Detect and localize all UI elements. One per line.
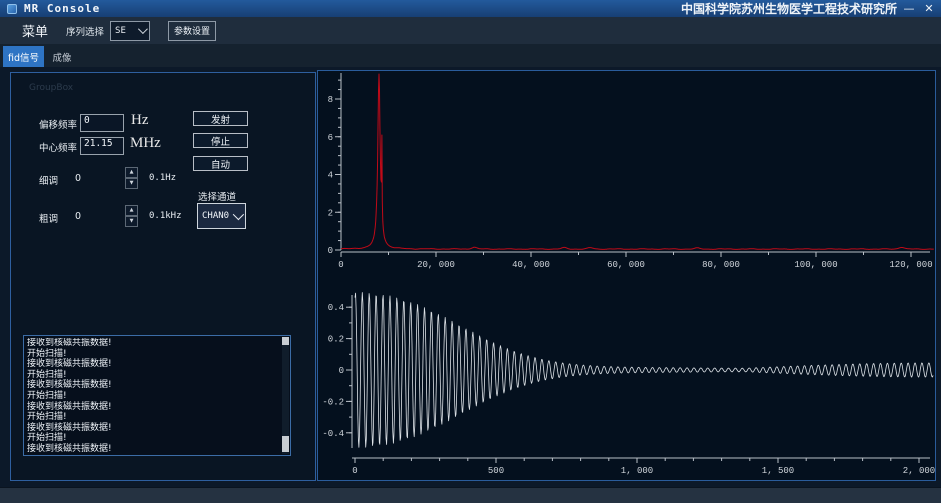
tab-imaging[interactable]: 成像: [44, 46, 80, 67]
svg-text:40, 000: 40, 000: [512, 260, 550, 270]
log-text: 接收到核磁共振数据! 开始扫描! 接收到核磁共振数据! 开始扫描! 接收到核磁共…: [27, 338, 279, 453]
center-frequency-label: 中心频率: [39, 140, 77, 154]
close-button[interactable]: ✕: [921, 2, 937, 15]
groupbox-label: GroupBox: [29, 83, 73, 93]
svg-text:120, 000: 120, 000: [889, 260, 932, 270]
center-frequency-unit: MHz: [130, 135, 161, 152]
channel-select-label: 选择通道: [198, 189, 236, 203]
fine-tune-value: 0: [75, 173, 81, 184]
coarse-tune-step: 0.1kHz: [149, 211, 182, 221]
tab-strip: fid信号 成像: [0, 44, 941, 67]
svg-text:0: 0: [328, 246, 333, 256]
chevron-down-icon: [138, 24, 148, 34]
auto-button[interactable]: 自动: [193, 156, 248, 171]
fine-tune-spinner[interactable]: ▲ ▼: [125, 167, 138, 188]
minimize-button[interactable]: —: [901, 2, 917, 15]
svg-text:6: 6: [328, 133, 333, 143]
channel-select-value: CHAN0: [202, 211, 229, 221]
svg-text:2: 2: [328, 208, 333, 218]
svg-text:0: 0: [339, 366, 344, 376]
sequence-select-value: SE: [115, 26, 126, 36]
app-icon: [7, 4, 17, 14]
sequence-select-label: 序列选择: [66, 24, 104, 38]
svg-text:1, 500: 1, 500: [762, 466, 794, 476]
chevron-down-icon: [233, 209, 244, 220]
coarse-tune-label: 粗调: [39, 211, 58, 225]
svg-text:0.4: 0.4: [328, 303, 344, 313]
svg-text:0: 0: [338, 260, 343, 270]
fine-tune-step: 0.1Hz: [149, 173, 176, 183]
scroll-up-icon[interactable]: [282, 337, 289, 345]
spinner-up-icon[interactable]: ▲: [125, 205, 138, 216]
svg-text:8: 8: [328, 95, 333, 105]
offset-frequency-input[interactable]: 0: [80, 114, 124, 132]
spinner-down-icon[interactable]: ▼: [125, 178, 138, 189]
spinner-down-icon[interactable]: ▼: [125, 216, 138, 227]
scrollbar-thumb[interactable]: [282, 436, 289, 452]
menu-bar: 菜单 序列选择 SE 参数设置: [0, 17, 941, 44]
chart-panel: 0 2 4 6 8 0 20, 000 40, 000 60, 000 80, 000 100, 0…: [317, 70, 936, 481]
stop-button[interactable]: 停止: [193, 133, 248, 148]
status-bar: [0, 487, 941, 503]
center-frequency-input[interactable]: 21.15: [80, 137, 124, 155]
svg-text:0.2: 0.2: [328, 335, 344, 345]
transmit-button[interactable]: 发射: [193, 111, 248, 126]
offset-frequency-unit: Hz: [131, 112, 149, 129]
parameter-settings-button[interactable]: 参数设置: [168, 21, 216, 41]
svg-text:1, 000: 1, 000: [621, 466, 653, 476]
svg-text:-0.2: -0.2: [322, 397, 344, 407]
fine-tune-label: 细调: [39, 173, 58, 187]
coarse-tune-value: 0: [75, 211, 81, 222]
title-bar: MR Console 中国科学院苏州生物医学工程技术研究所 — ✕: [0, 0, 941, 17]
control-groupbox: GroupBox 偏移频率 0 Hz 中心频率 21.15 MHz 细调 0 ▲…: [10, 72, 316, 481]
log-scrollbar[interactable]: [282, 337, 289, 454]
spinner-up-icon[interactable]: ▲: [125, 167, 138, 178]
svg-text:500: 500: [488, 466, 504, 476]
svg-text:2, 000: 2, 000: [903, 466, 935, 476]
tab-fid-signal[interactable]: fid信号: [3, 46, 44, 67]
menu-button[interactable]: 菜单: [22, 21, 48, 40]
svg-text:-0.4: -0.4: [322, 429, 344, 439]
svg-text:100, 000: 100, 000: [794, 260, 837, 270]
log-textbox[interactable]: 接收到核磁共振数据! 开始扫描! 接收到核磁共振数据! 开始扫描! 接收到核磁共…: [23, 335, 291, 456]
organization-title: 中国科学院苏州生物医学工程技术研究所: [681, 0, 897, 17]
channel-select[interactable]: CHAN0: [197, 203, 246, 229]
svg-text:20, 000: 20, 000: [417, 260, 455, 270]
svg-text:60, 000: 60, 000: [607, 260, 645, 270]
window-title: MR Console: [24, 2, 100, 15]
offset-frequency-label: 偏移频率: [39, 117, 77, 131]
charts-svg: 0 2 4 6 8 0 20, 000 40, 000 60, 000 80, 000 100, 0…: [318, 71, 935, 480]
svg-text:0: 0: [352, 466, 357, 476]
coarse-tune-spinner[interactable]: ▲ ▼: [125, 205, 138, 226]
sequence-select[interactable]: SE: [110, 21, 150, 41]
svg-text:4: 4: [328, 171, 333, 181]
svg-text:80, 000: 80, 000: [702, 260, 740, 270]
